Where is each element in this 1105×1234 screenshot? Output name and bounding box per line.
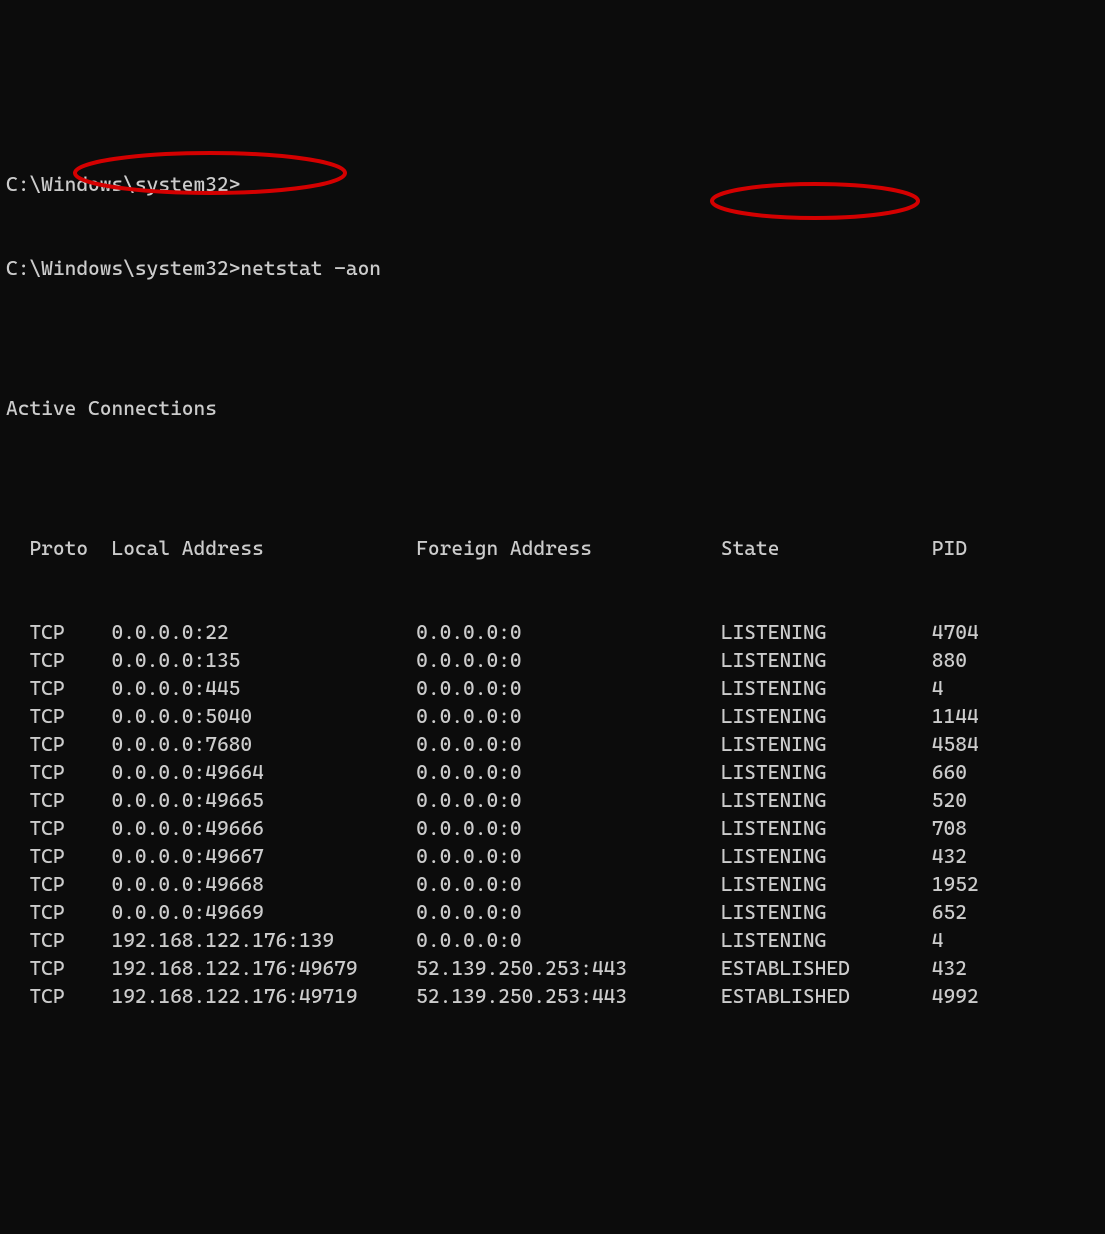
foreign-address-cell: 0.0.0.0:0 [416, 872, 721, 896]
proto-cell: TCP [6, 648, 111, 672]
local-address-cell: 192.168.122.176:49679 [111, 956, 416, 980]
table-row: TCP 192.168.122.176:139 0.0.0.0:0 LISTEN… [6, 926, 1099, 954]
table-row: TCP 192.168.122.176:49679 52.139.250.253… [6, 954, 1099, 982]
pid-cell: 520 [932, 788, 967, 812]
foreign-address-cell: 0.0.0.0:0 [416, 620, 721, 644]
state-cell: LISTENING [721, 844, 932, 868]
pid-cell: 4704 [932, 620, 979, 644]
proto-cell: TCP [6, 956, 111, 980]
foreign-address-cell: 0.0.0.0:0 [416, 704, 721, 728]
table-row: TCP 0.0.0.0:22 0.0.0.0:0 LISTENING 4704 [6, 618, 1099, 646]
foreign-address-cell: 0.0.0.0:0 [416, 788, 721, 812]
pid-cell: 4 [932, 676, 944, 700]
state-cell: LISTENING [721, 788, 932, 812]
pid-cell: 1144 [932, 704, 979, 728]
foreign-address-cell: 0.0.0.0:0 [416, 760, 721, 784]
state-cell: LISTENING [721, 928, 932, 952]
state-cell: LISTENING [721, 872, 932, 896]
foreign-address-cell: 0.0.0.0:0 [416, 816, 721, 840]
local-address-cell: 0.0.0.0:22 [111, 620, 416, 644]
proto-cell: TCP [6, 984, 111, 1008]
pid-cell: 432 [932, 844, 967, 868]
local-address-cell: 192.168.122.176:139 [111, 928, 416, 952]
pid-cell: 4992 [932, 984, 979, 1008]
pid-cell: 708 [932, 816, 967, 840]
pid-cell: 1952 [932, 872, 979, 896]
local-address-cell: 0.0.0.0:49668 [111, 872, 416, 896]
foreign-address-cell: 52.139.250.253:443 [416, 984, 721, 1008]
state-cell: LISTENING [721, 900, 932, 924]
proto-cell: TCP [6, 620, 111, 644]
local-address-cell: 0.0.0.0:5040 [111, 704, 416, 728]
table-row: TCP 0.0.0.0:49664 0.0.0.0:0 LISTENING 66… [6, 758, 1099, 786]
state-cell: LISTENING [721, 816, 932, 840]
prompt-path: C:\Windows\system32> [6, 256, 240, 280]
table-row: TCP 0.0.0.0:445 0.0.0.0:0 LISTENING 4 [6, 674, 1099, 702]
section-heading: Active Connections [6, 394, 1099, 422]
table-row: TCP 192.168.122.176:49719 52.139.250.253… [6, 982, 1099, 1010]
table-row: TCP 0.0.0.0:49667 0.0.0.0:0 LISTENING 43… [6, 842, 1099, 870]
local-address-cell: 0.0.0.0:445 [111, 676, 416, 700]
local-address-cell: 0.0.0.0:49665 [111, 788, 416, 812]
proto-cell: TCP [6, 704, 111, 728]
table-row: TCP 0.0.0.0:5040 0.0.0.0:0 LISTENING 114… [6, 702, 1099, 730]
pid-cell: 4 [932, 928, 944, 952]
foreign-address-cell: 0.0.0.0:0 [416, 676, 721, 700]
local-address-cell: 0.0.0.0:49669 [111, 900, 416, 924]
foreign-address-cell: 0.0.0.0:0 [416, 648, 721, 672]
state-cell: ESTABLISHED [721, 956, 932, 980]
table-row: TCP 0.0.0.0:49666 0.0.0.0:0 LISTENING 70… [6, 814, 1099, 842]
proto-cell: TCP [6, 872, 111, 896]
foreign-address-cell: 0.0.0.0:0 [416, 732, 721, 756]
pid-cell: 652 [932, 900, 967, 924]
proto-cell: TCP [6, 676, 111, 700]
foreign-address-cell: 0.0.0.0:0 [416, 928, 721, 952]
table-header-row: Proto Local Address Foreign Address Stat… [6, 534, 1099, 562]
state-cell: LISTENING [721, 732, 932, 756]
proto-cell: TCP [6, 816, 111, 840]
proto-cell: TCP [6, 844, 111, 868]
terminal-window[interactable]: C:\Windows\system32> C:\Windows\system32… [0, 112, 1105, 1040]
proto-cell: TCP [6, 928, 111, 952]
proto-cell: TCP [6, 732, 111, 756]
pid-cell: 880 [932, 648, 967, 672]
local-address-cell: 0.0.0.0:49666 [111, 816, 416, 840]
state-cell: LISTENING [721, 676, 932, 700]
foreign-address-cell: 0.0.0.0:0 [416, 900, 721, 924]
table-row: TCP 0.0.0.0:7680 0.0.0.0:0 LISTENING 458… [6, 730, 1099, 758]
state-cell: ESTABLISHED [721, 984, 932, 1008]
proto-cell: TCP [6, 788, 111, 812]
table-row: TCP 0.0.0.0:49669 0.0.0.0:0 LISTENING 65… [6, 898, 1099, 926]
local-address-cell: 0.0.0.0:49667 [111, 844, 416, 868]
proto-cell: TCP [6, 900, 111, 924]
state-cell: LISTENING [721, 620, 932, 644]
state-cell: LISTENING [721, 704, 932, 728]
local-address-cell: 192.168.122.176:49719 [111, 984, 416, 1008]
pid-cell: 660 [932, 760, 967, 784]
foreign-address-cell: 0.0.0.0:0 [416, 844, 721, 868]
state-cell: LISTENING [721, 760, 932, 784]
foreign-address-cell: 52.139.250.253:443 [416, 956, 721, 980]
pid-cell: 432 [932, 956, 967, 980]
table-row: TCP 0.0.0.0:49668 0.0.0.0:0 LISTENING 19… [6, 870, 1099, 898]
local-address-cell: 0.0.0.0:135 [111, 648, 416, 672]
local-address-cell: 0.0.0.0:49664 [111, 760, 416, 784]
proto-cell: TCP [6, 760, 111, 784]
state-cell: LISTENING [721, 648, 932, 672]
command-input[interactable]: netstat -aon [240, 256, 381, 280]
local-address-cell: 0.0.0.0:7680 [111, 732, 416, 756]
pid-cell: 4584 [932, 732, 979, 756]
prompt-line-1: C:\Windows\system32> [6, 170, 1099, 198]
prompt-line-2: C:\Windows\system32>netstat -aon [6, 254, 1099, 282]
table-row: TCP 0.0.0.0:49665 0.0.0.0:0 LISTENING 52… [6, 786, 1099, 814]
table-row: TCP 0.0.0.0:135 0.0.0.0:0 LISTENING 880 [6, 646, 1099, 674]
